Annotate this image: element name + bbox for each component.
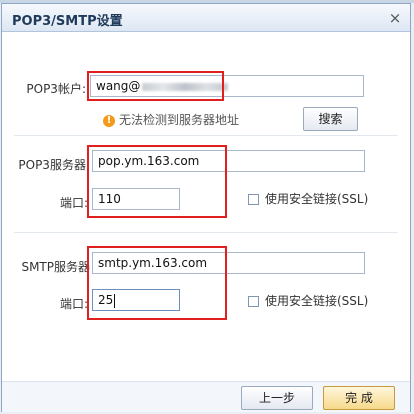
smtp-ssl-checkbox-box[interactable] xyxy=(248,296,259,307)
dialog-titlebar: POP3/SMTP设置 × xyxy=(2,4,410,32)
pop3-ssl-label: 使用安全链接(SSL) xyxy=(265,192,369,206)
pop3-ssl-checkbox-box[interactable] xyxy=(248,194,259,205)
warning-text: 无法检测到服务器地址 xyxy=(119,113,240,127)
pop3-account-input[interactable]: wang@ xyxy=(90,75,364,97)
pop3-account-label: POP3帐户: xyxy=(26,82,86,96)
smtp-server-input[interactable]: smtp.ym.163.com xyxy=(92,252,365,274)
search-button[interactable]: 搜索 xyxy=(303,107,358,131)
finish-button[interactable]: 完 成 xyxy=(323,386,395,410)
section-divider-2 xyxy=(14,232,398,233)
pop3-port-label: 端口: xyxy=(59,196,88,210)
smtp-ssl-label: 使用安全链接(SSL) xyxy=(265,294,369,308)
smtp-port-input[interactable]: 25 xyxy=(92,289,180,311)
pop3-smtp-settings-dialog: POP3/SMTP设置 × POP3帐户: wang@ ! 无法检测到服务器地址 … xyxy=(1,3,411,412)
previous-step-button[interactable]: 上一步 xyxy=(241,386,313,410)
close-icon[interactable]: × xyxy=(386,9,404,27)
smtp-port-label: 端口: xyxy=(59,297,88,311)
smtp-ssl-checkbox[interactable]: 使用安全链接(SSL) xyxy=(248,292,368,309)
pop3-port-input[interactable]: 110 xyxy=(92,188,180,210)
warning-icon: ! xyxy=(103,114,115,127)
smtp-port-value: 25 xyxy=(98,293,114,307)
dialog-footer: 上一步 完 成 xyxy=(2,381,410,412)
redacted-email-blur xyxy=(142,82,229,91)
section-divider-1 xyxy=(14,135,398,136)
pop3-server-input[interactable]: pop.ym.163.com xyxy=(92,150,365,172)
pop3-account-value: wang@ xyxy=(96,79,141,93)
text-caret xyxy=(114,293,116,308)
pop3-server-label: POP3服务器: xyxy=(18,158,90,172)
dialog-title: POP3/SMTP设置 xyxy=(12,14,123,29)
dialog-body: POP3帐户: wang@ ! 无法检测到服务器地址 搜索 POP3服务器: po… xyxy=(2,32,410,381)
detection-warning: ! 无法检测到服务器地址 xyxy=(103,111,239,128)
pop3-ssl-checkbox[interactable]: 使用安全链接(SSL) xyxy=(248,190,368,207)
smtp-server-label: SMTP服务器 xyxy=(21,260,90,274)
